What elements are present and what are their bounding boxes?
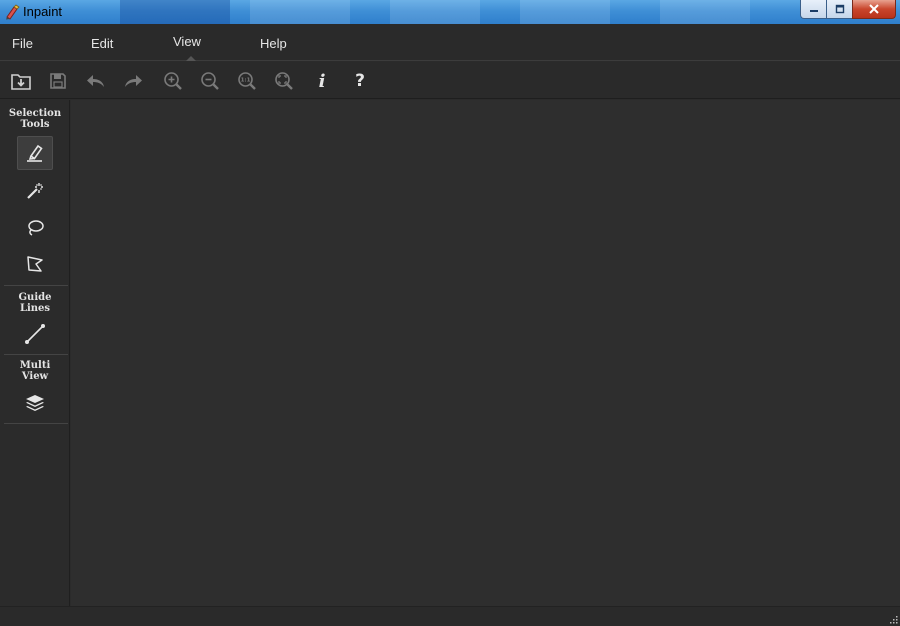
zoom-actual-button[interactable]: 1:1 <box>234 68 260 94</box>
zoom-fit-button[interactable] <box>271 68 297 94</box>
info-button[interactable]: i <box>309 68 335 94</box>
zoom-in-button[interactable] <box>160 68 186 94</box>
zoom-actual-label: 1:1 <box>241 78 251 84</box>
menu-edit[interactable]: Edit <box>91 36 113 51</box>
active-menu-indicator <box>186 56 196 61</box>
toolbar: 1:1 i ? <box>0 62 900 99</box>
marker-icon <box>27 144 43 162</box>
guide-lines-title: Guide Lines <box>0 292 70 314</box>
magic-wand-icon <box>27 183 43 199</box>
redo-icon <box>125 75 142 87</box>
lasso-tool-button[interactable] <box>17 211 53 245</box>
status-bar <box>0 606 900 626</box>
multi-view-button[interactable] <box>17 386 53 420</box>
zoom-out-icon <box>201 72 219 90</box>
maximize-icon <box>835 4 844 14</box>
undo-icon <box>87 75 104 87</box>
selection-tools-title: Selection Tools <box>0 108 70 130</box>
zoom-fit-icon <box>275 72 293 90</box>
open-icon <box>11 74 31 90</box>
multi-view-title: Multi View <box>0 360 70 382</box>
section-title-line: Lines <box>19 303 51 314</box>
zoom-actual-icon: 1:1 <box>238 72 256 90</box>
image-canvas[interactable] <box>71 100 900 606</box>
zoom-in-icon <box>164 72 182 90</box>
polygonal-lasso-tool-button[interactable] <box>17 247 53 281</box>
guide-line-icon <box>25 324 45 344</box>
titlebar-decoration <box>250 0 350 24</box>
info-icon: i <box>318 70 326 92</box>
redo-button[interactable] <box>120 68 146 94</box>
magic-wand-tool-button[interactable] <box>17 174 53 208</box>
save-button[interactable] <box>45 68 71 94</box>
titlebar-decoration <box>390 0 480 24</box>
help-icon: ? <box>355 71 365 91</box>
section-title-line: Multi <box>19 360 51 371</box>
panel-divider <box>4 423 68 424</box>
minimize-button[interactable] <box>800 0 826 19</box>
close-icon <box>869 4 879 14</box>
section-title-line: Tools <box>20 119 50 130</box>
undo-button[interactable] <box>83 68 109 94</box>
menu-view[interactable]: View <box>173 34 201 49</box>
open-button[interactable] <box>8 68 34 94</box>
inpaint-app-icon <box>6 4 20 20</box>
menu-bar: File Edit View Help <box>0 24 900 61</box>
close-button[interactable] <box>852 0 896 19</box>
window-controls <box>800 0 896 19</box>
panel-divider <box>4 285 68 286</box>
guide-line-tool-button[interactable] <box>17 317 53 351</box>
section-title-line: Guide <box>18 292 52 303</box>
titlebar-decoration <box>120 0 230 24</box>
marker-tool-button[interactable] <box>17 136 53 170</box>
lasso-icon <box>28 220 44 236</box>
resize-grip-icon[interactable] <box>888 614 898 624</box>
polygonal-lasso-icon <box>27 256 43 272</box>
minimize-icon <box>809 10 818 12</box>
section-title-line: Selection <box>8 108 62 119</box>
zoom-out-button[interactable] <box>197 68 223 94</box>
maximize-button[interactable] <box>826 0 852 19</box>
window-title: Inpaint <box>23 4 63 19</box>
help-button[interactable]: ? <box>347 68 373 94</box>
layers-icon <box>26 395 44 411</box>
save-icon <box>50 73 66 89</box>
tools-panel: Selection Tools Guide Lines Multi View <box>0 100 70 606</box>
panel-divider <box>4 354 68 355</box>
titlebar-decoration <box>660 0 750 24</box>
title-bar: Inpaint <box>0 0 900 24</box>
titlebar-decoration <box>520 0 610 24</box>
menu-help[interactable]: Help <box>260 36 287 51</box>
section-title-line: View <box>21 371 49 382</box>
menu-file[interactable]: File <box>12 36 33 51</box>
